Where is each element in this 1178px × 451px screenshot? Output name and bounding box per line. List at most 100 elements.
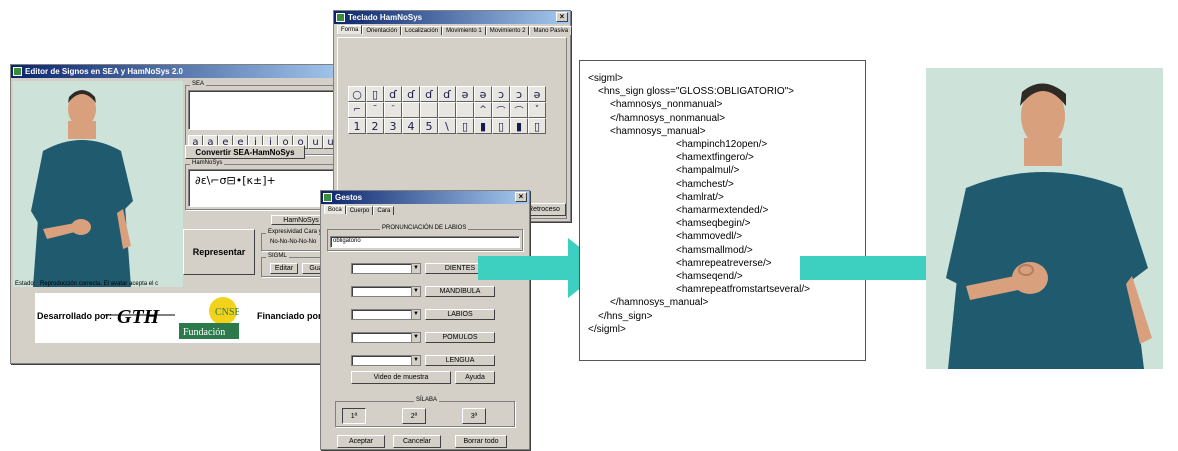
chevron-down-icon[interactable]: ▼ [411,356,420,365]
xml-line: </hamnosys_nonmanual> [610,112,726,124]
cnse-logo-text: CNSE [215,307,239,318]
expressivity-value[interactable]: No-No-No-No-No [270,239,316,245]
funded-by-label: Financiado por: [257,311,325,321]
xml-line: <sigml> [588,73,624,84]
hamnosys-key[interactable] [420,102,438,118]
hamnosys-label: HamNoSys [190,160,225,166]
hamnosys-key[interactable]: ɔ [492,86,510,102]
keyboard-titlebar: Teclado HamNoSys × [334,11,570,24]
hamnosys-key[interactable]: 4 [402,118,420,134]
hamnosys-key[interactable] [456,102,474,118]
hamnosys-key[interactable]: ^ [474,102,492,118]
gesture-select[interactable]: ▼ [351,286,421,297]
chevron-down-icon[interactable]: ▼ [411,264,420,273]
hamnosys-key[interactable]: \ [438,118,456,134]
logo-strip: Desarrollado por: GTH CNSE Fundación Fin… [35,293,347,343]
chevron-down-icon[interactable]: ▼ [411,310,420,319]
sigml-xml-panel: <sigml> <hns_sign gloss="GLOSS:OBLIGATORI… [579,60,866,361]
hamnosys-key[interactable]: ˅ [528,102,546,118]
hamnosys-key[interactable]: ▮ [474,118,492,134]
keyboard-row-3: 1 2 3 4 5 \ ▯ ▮ ▯ ▮ ▯ [348,118,546,134]
tab-cara[interactable]: Cara [373,206,395,215]
hamnosys-key[interactable]: ɗ [420,86,438,102]
hamnosys-key[interactable]: 5 [420,118,438,134]
hamnosys-key[interactable]: 3 [384,118,402,134]
gesture-select[interactable]: ▼ [351,332,421,343]
tab-boca[interactable]: Boca [324,205,346,214]
xml-line: <hamnosys_nonmanual> [610,99,723,111]
xml-line: <hammovedl/> [676,231,743,243]
close-icon[interactable]: × [515,192,527,202]
xml-line: </sigml> [588,323,626,335]
syllable-button[interactable]: 3ª [462,408,486,424]
hamnosys-key[interactable]: ▯ [366,86,384,102]
gth-logo: GTH [105,299,175,329]
hamnosys-key[interactable]: 1 [348,118,366,134]
tab-forma[interactable]: Forma [337,25,363,34]
xml-line: <hns_sign gloss="GLOSS:OBLIGATORIO"> [598,86,794,98]
hamnosys-key[interactable]: ɗ [402,86,420,102]
gestures-window: Gestos × Boca Cuerpo Cara PRONUNCIACIÓN DE… [320,190,530,450]
hamnosys-key[interactable]: ⌒ [492,102,510,118]
help-button[interactable]: Ayuda [455,371,495,384]
hamnosys-key[interactable] [438,102,456,118]
tab-movimiento-1[interactable]: Movimiento 1 [442,26,486,35]
keyboard-row-2: ⌐ ˜ ˉ ^ ⌒ ⌒ ˅ [348,102,546,118]
represent-button[interactable]: Representar [183,229,255,275]
hamnosys-key[interactable]: ˉ [384,102,402,118]
fundacion-logo-text: Fundación [183,327,225,338]
close-icon[interactable]: × [556,12,568,22]
hamnosys-key[interactable]: ▯ [492,118,510,134]
hamnosys-key[interactable]: ɗ [438,86,456,102]
hamnosys-key[interactable]: 2 [366,118,384,134]
gesture-label: PÓMULOS [425,332,495,343]
sea-label: SEA [190,81,207,87]
syllable-button[interactable]: 1ª [342,408,366,424]
hamnosys-key[interactable]: ▯ [528,118,546,134]
clear-button[interactable]: Borrar todo [455,435,507,448]
hamnosys-key[interactable]: ○ [348,86,366,102]
hamnosys-key[interactable]: ▮ [510,118,528,134]
editor-titlebar: Editor de Signos en SEA y HamNoSys 2.0 [11,65,349,78]
hamnosys-key[interactable]: ɗ [384,86,402,102]
hamnosys-key[interactable]: ə [456,86,474,102]
edit-button[interactable]: Editar [270,263,298,274]
accept-button[interactable]: Aceptar [337,435,385,448]
app-icon [13,67,22,76]
hamnosys-key[interactable]: ˜ [366,102,384,118]
hamnosys-key[interactable]: ⌒ [510,102,528,118]
sea-input[interactable] [188,90,344,130]
video-button[interactable]: Video de muestra [351,371,451,384]
gesture-select[interactable]: ▼ [351,263,421,274]
syllable-button[interactable]: 2ª [402,408,426,424]
tab-localización[interactable]: Localización [401,26,443,35]
tab-movimiento-2[interactable]: Movimiento 2 [485,26,530,35]
chevron-down-icon[interactable]: ▼ [411,287,420,296]
avatar-viewport [13,81,183,287]
cancel-button[interactable]: Cancelar [393,435,441,448]
hamnosys-key[interactable]: ə [528,86,546,102]
editor-window: Editor de Signos en SEA y HamNoSys 2.0 S… [10,64,350,364]
hamnosys-key[interactable]: ə [474,86,492,102]
hamnosys-key[interactable]: ⌐ [348,102,366,118]
lip-group-label: PRONUNCIACIÓN DE LABIOS [380,225,469,231]
status-label: Estado: [15,281,36,287]
keyboard-title: Teclado HamNoSys [348,13,423,22]
xml-line: <hamarmextended/> [676,205,769,216]
hamnosys-key[interactable]: ▯ [456,118,474,134]
chevron-down-icon[interactable]: ▼ [411,333,420,342]
tab-mano-pasiva[interactable]: Mano Pasiva [529,26,573,35]
tab-orientación[interactable]: Orientación [362,26,402,35]
gesture-select[interactable]: ▼ [351,309,421,320]
xml-line: <hamseqend/> [676,271,743,282]
syllable-group: SÍLABA 1ª 2ª 3ª [335,397,515,427]
avatar-figure [31,90,133,287]
sea-key[interactable]: u [308,135,323,149]
xml-line: <hampinch12open/> [676,139,768,150]
convert-button[interactable]: Convertir SEA-HamNoSys [185,145,305,159]
hamnosys-key[interactable]: ɔ [510,86,528,102]
tab-cuerpo[interactable]: Cuerpo [345,206,374,215]
hamnosys-key[interactable] [402,102,420,118]
gesture-select[interactable]: ▼ [351,355,421,366]
hamnosys-value: ∂ε\⌐σ⊟•[κ±]+ [195,174,276,187]
